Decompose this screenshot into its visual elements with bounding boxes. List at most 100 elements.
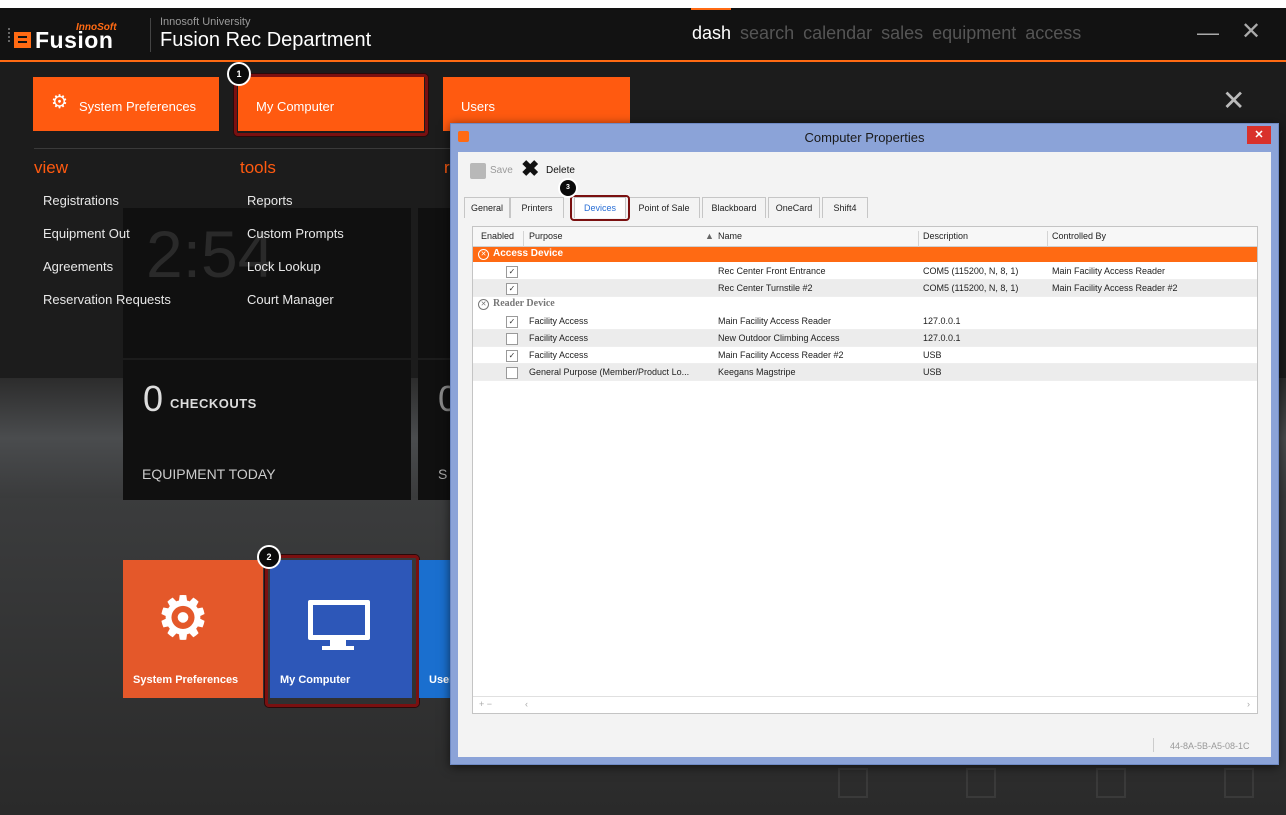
fusion-app-window: InnoSoft Fusion Innosoft University Fusi…	[0, 8, 1286, 815]
tab-printers[interactable]: Printers	[510, 197, 564, 218]
group-reader-device[interactable]: ✕ Reader Device	[473, 297, 1257, 312]
menu-reports[interactable]: Reports	[247, 193, 293, 208]
title-bar: InnoSoft Fusion Innosoft University Fusi…	[0, 8, 1286, 60]
fusion-logo-icon	[14, 32, 31, 48]
menu-registrations[interactable]: Registrations	[43, 193, 119, 208]
controlled-by-cell: Main Facility Access Reader	[1052, 266, 1166, 276]
table-row[interactable]: General Purpose (Member/Product Lo... Ke…	[473, 364, 1257, 381]
enabled-checkbox[interactable]	[506, 367, 518, 379]
scroll-right-icon[interactable]: ›	[1247, 699, 1250, 709]
name-cell: Keegans Magstripe	[718, 367, 796, 377]
delete-button[interactable]: Delete	[546, 165, 575, 176]
footer-icon-1	[838, 768, 868, 798]
main-nav: dash search calendar sales equipment access	[692, 23, 1090, 44]
name-cell: Main Facility Access Reader #2	[718, 350, 844, 360]
menu-equipment-out[interactable]: Equipment Out	[43, 226, 130, 241]
menu-lock-lookup[interactable]: Lock Lookup	[247, 259, 321, 274]
group-label: Reader Device	[493, 298, 555, 309]
accent-bar	[0, 60, 1286, 62]
group-label: Access Device	[493, 248, 564, 259]
menu-custom-prompts[interactable]: Custom Prompts	[247, 226, 344, 241]
large-gear-icon: ⚙	[157, 586, 209, 651]
dialog-close-button[interactable]: ✕	[1247, 126, 1271, 144]
enabled-checkbox[interactable]: ✓	[506, 283, 518, 295]
nav-active-indicator	[691, 8, 731, 10]
app-close-button[interactable]: ✕	[1241, 17, 1261, 46]
col-name[interactable]: Name	[718, 231, 742, 241]
description-cell: COM5 (115200, N, 8, 1)	[923, 266, 1019, 276]
tab-point-of-sale[interactable]: Point of Sale	[628, 197, 700, 218]
menu-court-manager[interactable]: Court Manager	[247, 292, 334, 307]
dialog-title: Computer Properties	[804, 130, 925, 145]
description-cell: 127.0.0.1	[923, 316, 961, 326]
table-row[interactable]: Facility Access New Outdoor Climbing Acc…	[473, 330, 1257, 347]
col-enabled[interactable]: Enabled	[481, 231, 514, 241]
save-button[interactable]: Save	[490, 165, 513, 176]
grid-footer: + − ‹ ›	[473, 696, 1257, 713]
tab-general[interactable]: General	[464, 197, 510, 218]
tab-shift4[interactable]: Shift4	[822, 197, 868, 218]
devices-grid: Enabled Purpose ▲ Name Description Contr…	[472, 226, 1258, 714]
enabled-checkbox[interactable]: ✓	[506, 316, 518, 328]
tile-system-preferences[interactable]: ⚙ System Preferences	[123, 560, 263, 698]
mac-address: 44-8A-5B-A5-08-1C	[1170, 741, 1250, 751]
tab-onecard[interactable]: OneCard	[768, 197, 820, 218]
tile-system-preferences-label: System Preferences	[133, 674, 239, 686]
enabled-checkbox[interactable]: ✓	[506, 350, 518, 362]
name-cell: Rec Center Front Entrance	[718, 266, 826, 276]
users-label: Users	[461, 99, 495, 114]
system-preferences-label: System Preferences	[79, 99, 197, 114]
step-callout-1: 1	[227, 62, 251, 86]
nav-calendar[interactable]: calendar	[803, 23, 872, 43]
prefs-divider	[34, 148, 456, 149]
controlled-by-cell: Main Facility Access Reader #2	[1052, 283, 1178, 293]
table-row[interactable]: ✓ Rec Center Front Entrance COM5 (115200…	[473, 263, 1257, 280]
purpose-cell: Facility Access	[529, 350, 589, 360]
delete-x-icon[interactable]: ✖	[521, 158, 539, 180]
system-preferences-button[interactable]: ⚙ System Preferences	[33, 77, 219, 131]
grid-header: Enabled Purpose ▲ Name Description Contr…	[473, 227, 1257, 250]
collapse-icon[interactable]: ✕	[478, 249, 489, 260]
callout-1-highlight	[234, 74, 428, 136]
collapse-icon[interactable]: ✕	[478, 299, 489, 310]
enabled-checkbox[interactable]: ✓	[506, 266, 518, 278]
nav-search[interactable]: search	[740, 23, 794, 43]
step-callout-2: 2	[257, 545, 281, 569]
enabled-checkbox[interactable]	[506, 333, 518, 345]
nav-access[interactable]: access	[1025, 23, 1081, 43]
prefs-close-icon[interactable]: ✕	[1222, 84, 1245, 117]
fusion-logo: InnoSoft Fusion	[14, 22, 149, 54]
tab-blackboard[interactable]: Blackboard	[702, 197, 766, 218]
table-row[interactable]: ✓ Rec Center Turnstile #2 COM5 (115200, …	[473, 280, 1257, 297]
menu-reservation-requests[interactable]: Reservation Requests	[43, 292, 171, 307]
group-access-device[interactable]: ✕ Access Device	[473, 247, 1257, 262]
nav-sales[interactable]: sales	[881, 23, 923, 43]
minimize-button[interactable]: —	[1197, 20, 1219, 46]
table-row[interactable]: ✓ Facility Access Main Facility Access R…	[473, 347, 1257, 364]
add-remove-controls[interactable]: + −	[479, 699, 492, 709]
table-row[interactable]: ✓ Facility Access Main Facility Access R…	[473, 313, 1257, 330]
sort-asc-icon: ▲	[705, 231, 714, 241]
nav-dash[interactable]: dash	[692, 23, 731, 43]
footer-icon-3	[1096, 768, 1126, 798]
name-cell: New Outdoor Climbing Access	[718, 333, 840, 343]
logo-text: Fusion	[35, 27, 114, 53]
checkouts-count: 0	[143, 378, 164, 419]
gear-icon: ⚙	[51, 92, 69, 113]
purpose-cell: Facility Access	[529, 316, 589, 326]
footer-icon-2	[966, 768, 996, 798]
drag-grip-icon[interactable]	[8, 28, 13, 42]
purpose-cell: Facility Access	[529, 333, 589, 343]
description-cell: COM5 (115200, N, 8, 1)	[923, 283, 1019, 293]
footer-icon-4	[1224, 768, 1254, 798]
description-cell: USB	[923, 367, 942, 377]
col-description[interactable]: Description	[923, 231, 968, 241]
save-disk-icon	[470, 163, 486, 179]
col-purpose[interactable]: Purpose	[529, 231, 563, 241]
nav-equipment[interactable]: equipment	[932, 23, 1016, 43]
menu-agreements[interactable]: Agreements	[43, 259, 113, 274]
department-name: Fusion Rec Department	[160, 29, 372, 51]
view-section-title: view	[34, 158, 69, 177]
scroll-left-icon[interactable]: ‹	[525, 699, 528, 709]
col-controlled-by[interactable]: Controlled By	[1052, 231, 1106, 241]
